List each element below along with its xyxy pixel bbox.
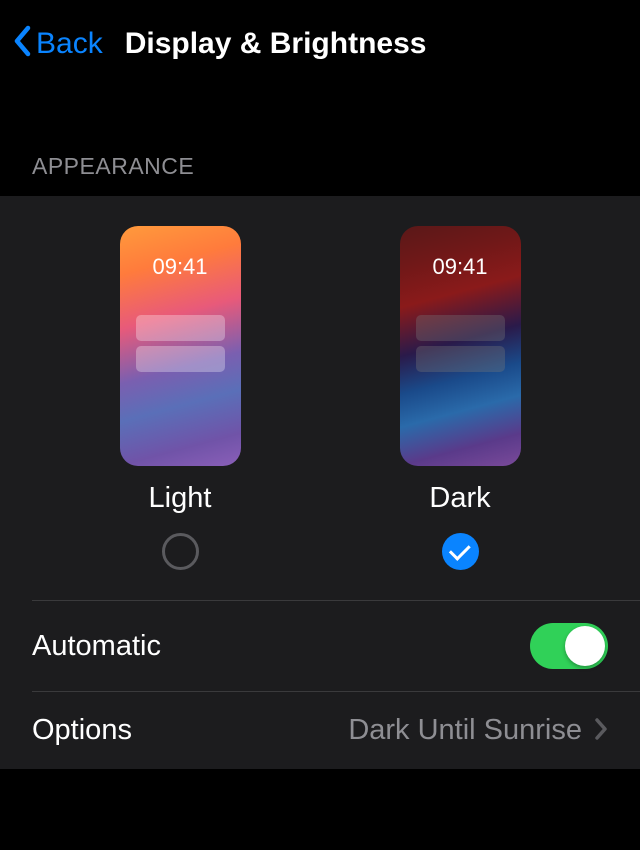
appearance-options-row: 09:41 Light 09:41 Dark xyxy=(0,196,640,600)
preview-time: 09:41 xyxy=(400,254,521,280)
chevron-right-icon xyxy=(594,715,608,747)
dark-label: Dark xyxy=(429,482,490,515)
automatic-row: Automatic xyxy=(0,601,640,691)
preview-widget xyxy=(416,315,505,341)
dark-radio[interactable] xyxy=(442,533,479,570)
back-button[interactable]: Back xyxy=(12,25,103,64)
preview-widget xyxy=(136,315,225,341)
back-label: Back xyxy=(36,27,103,61)
light-preview-icon: 09:41 xyxy=(120,226,241,466)
options-row[interactable]: Options Dark Until Sunrise xyxy=(0,692,640,769)
appearance-option-dark[interactable]: 09:41 Dark xyxy=(400,226,521,570)
preview-widget xyxy=(136,346,225,372)
light-radio[interactable] xyxy=(162,533,199,570)
automatic-label: Automatic xyxy=(32,630,161,663)
bottom-spacer xyxy=(0,769,640,801)
dark-preview-icon: 09:41 xyxy=(400,226,521,466)
appearance-option-light[interactable]: 09:41 Light xyxy=(120,226,241,570)
preview-widgets xyxy=(400,280,521,372)
options-label: Options xyxy=(32,714,132,747)
chevron-left-icon xyxy=(12,25,32,64)
light-label: Light xyxy=(149,482,212,515)
navigation-bar: Back Display & Brightness xyxy=(0,0,640,88)
preview-time: 09:41 xyxy=(120,254,241,280)
automatic-toggle[interactable] xyxy=(530,623,608,669)
toggle-knob xyxy=(565,626,605,666)
options-value-container: Dark Until Sunrise xyxy=(348,714,608,747)
preview-widget xyxy=(416,346,505,372)
appearance-section-header: APPEARANCE xyxy=(0,88,640,196)
appearance-section: 09:41 Light 09:41 Dark Automatic xyxy=(0,196,640,769)
page-title: Display & Brightness xyxy=(125,27,427,61)
options-value: Dark Until Sunrise xyxy=(348,714,582,747)
preview-widgets xyxy=(120,280,241,372)
